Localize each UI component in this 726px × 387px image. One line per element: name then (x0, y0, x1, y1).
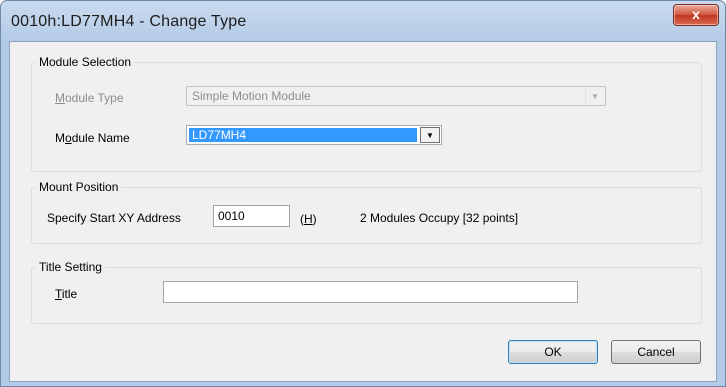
module-name-label: Module Name (55, 131, 130, 145)
cancel-button[interactable]: Cancel (611, 340, 701, 364)
module-type-select: Simple Motion Module ▼ (186, 86, 606, 106)
window-title: 0010h:LD77MH4 - Change Type (11, 13, 247, 30)
title-bar[interactable]: 0010h:LD77MH4 - Change Type x (1, 1, 725, 41)
close-icon: x (692, 6, 700, 22)
title-label: Title (55, 287, 78, 301)
chevron-down-icon[interactable]: ▼ (420, 127, 440, 143)
title-setting-legend: Title Setting (39, 260, 102, 274)
module-type-label: Module Type (55, 91, 124, 105)
module-name-select[interactable]: LD77MH4 ▼ (186, 125, 442, 145)
start-xy-address-input[interactable]: 0010 (213, 205, 290, 227)
occupy-text: 2 Modules Occupy [32 points] (360, 211, 519, 225)
ok-button[interactable]: OK (508, 340, 598, 364)
title-input[interactable] (163, 281, 578, 303)
module-type-value: Simple Motion Module (192, 89, 311, 103)
start-xy-label: Specify Start XY Address (47, 211, 181, 225)
change-type-dialog: 0010h:LD77MH4 - Change Type x Module Sel… (0, 0, 726, 387)
module-selection-group: Module Selection (31, 55, 702, 172)
mount-position-legend: Mount Position (39, 180, 119, 194)
hex-indicator: (H) (300, 212, 317, 226)
close-button[interactable]: x (673, 4, 719, 26)
module-selection-legend: Module Selection (39, 55, 132, 69)
module-name-value: LD77MH4 (189, 128, 417, 142)
dialog-body: Module Selection Module Type Simple Moti… (9, 41, 717, 382)
chevron-down-icon: ▼ (585, 88, 604, 104)
